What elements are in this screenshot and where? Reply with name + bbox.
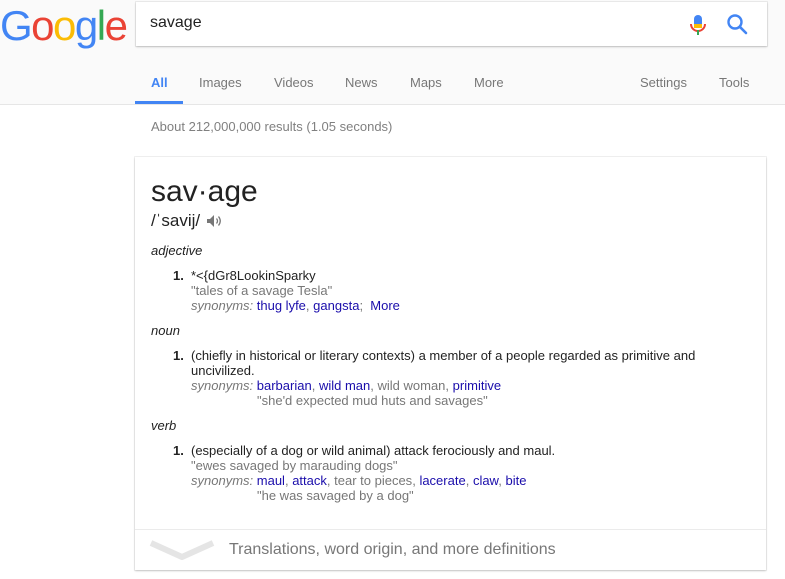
- tab-videos[interactable]: Videos: [274, 75, 314, 90]
- tab-settings[interactable]: Settings: [640, 75, 687, 90]
- more-definitions-label: Translations, word origin, and more defi…: [229, 541, 556, 558]
- part-of-speech-adjective: adjective: [151, 243, 203, 258]
- tab-news[interactable]: News: [345, 75, 378, 90]
- synonym-link[interactable]: attack: [292, 473, 327, 488]
- synonym-link[interactable]: lacerate: [419, 473, 465, 488]
- sense-number: 1.: [173, 348, 184, 363]
- synonym-link[interactable]: maul: [257, 473, 285, 488]
- more-definitions-button[interactable]: Translations, word origin, and more defi…: [135, 529, 766, 571]
- sense-number: 1.: [173, 443, 184, 458]
- speaker-icon[interactable]: [206, 214, 222, 228]
- definition-text: (chiefly in historical or literary conte…: [191, 348, 696, 378]
- example-text: "tales of a savage Tesla": [191, 283, 333, 298]
- synonyms-line: synonyms: barbarian, wild man, wild woma…: [191, 378, 502, 393]
- synonyms-label: synonyms:: [191, 473, 254, 488]
- example-text: "he was savaged by a dog": [257, 488, 414, 503]
- synonyms-line: synonyms: thug lyfe, gangsta; More: [191, 298, 400, 313]
- logo-letter: o: [53, 2, 76, 49]
- search-input[interactable]: [150, 14, 670, 32]
- tab-tools[interactable]: Tools: [719, 75, 749, 90]
- synonyms-label: synonyms:: [191, 378, 254, 393]
- synonyms-line: synonyms: maul, attack, tear to pieces, …: [191, 473, 527, 488]
- pronunciation-text: /ˈsavij/: [151, 211, 201, 230]
- sense-body: (especially of a dog or wild animal) att…: [191, 443, 721, 503]
- logo-letter: G: [0, 2, 33, 49]
- sense-body: (chiefly in historical or literary conte…: [191, 348, 721, 408]
- synonym-link[interactable]: claw: [473, 473, 498, 488]
- result-stats: About 212,000,000 results (1.05 seconds): [151, 119, 393, 134]
- definition-text: (especially of a dog or wild animal) att…: [191, 443, 556, 458]
- header: Google All Images Videos News Maps More …: [0, 0, 785, 105]
- logo-letter: e: [104, 2, 128, 49]
- synonyms-label: synonyms:: [191, 298, 254, 313]
- sense-body: *<{dGr8LookinSparky "tales of a savage T…: [191, 268, 721, 313]
- chevron-down-icon: [149, 540, 215, 560]
- logo-letter: l: [96, 2, 106, 49]
- definition-text: *<{dGr8LookinSparky: [191, 268, 316, 283]
- tab-maps[interactable]: Maps: [410, 75, 442, 90]
- synonym-link[interactable]: bite: [505, 473, 526, 488]
- search-box: [136, 2, 767, 46]
- logo-letter: g: [74, 2, 98, 49]
- synonym-link[interactable]: primitive: [453, 378, 501, 393]
- part-of-speech-noun: noun: [151, 323, 180, 338]
- pronunciation: /ˈsavij/: [151, 211, 222, 231]
- synonym-link[interactable]: thug lyfe: [257, 298, 306, 313]
- headword: sav·age: [151, 175, 258, 208]
- search-tabs: All Images Videos News Maps More Setting…: [0, 60, 785, 104]
- logo-letter: o: [31, 2, 54, 49]
- more-synonyms-link[interactable]: More: [370, 298, 400, 313]
- example-text: "she'd expected mud huts and savages": [257, 393, 488, 408]
- part-of-speech-verb: verb: [151, 418, 177, 433]
- synonym-text: wild woman: [377, 378, 446, 393]
- synonym-link[interactable]: barbarian: [257, 378, 312, 393]
- synonym-link[interactable]: gangsta: [313, 298, 359, 313]
- synonym-link[interactable]: wild man: [319, 378, 370, 393]
- tab-all[interactable]: All: [151, 75, 168, 90]
- example-text: "ewes savaged by marauding dogs": [191, 458, 398, 473]
- tab-images[interactable]: Images: [199, 75, 242, 90]
- google-logo[interactable]: Google: [0, 2, 128, 49]
- sense-number: 1.: [173, 268, 184, 283]
- dictionary-card: sav·age /ˈsavij/ adjective 1. *<{dGr8Loo…: [135, 157, 766, 570]
- tab-more[interactable]: More: [474, 75, 504, 90]
- microphone-icon[interactable]: [688, 14, 708, 36]
- search-icon[interactable]: [726, 13, 748, 35]
- synonym-text: tear to pieces: [334, 473, 413, 488]
- active-tab-indicator: [135, 101, 183, 104]
